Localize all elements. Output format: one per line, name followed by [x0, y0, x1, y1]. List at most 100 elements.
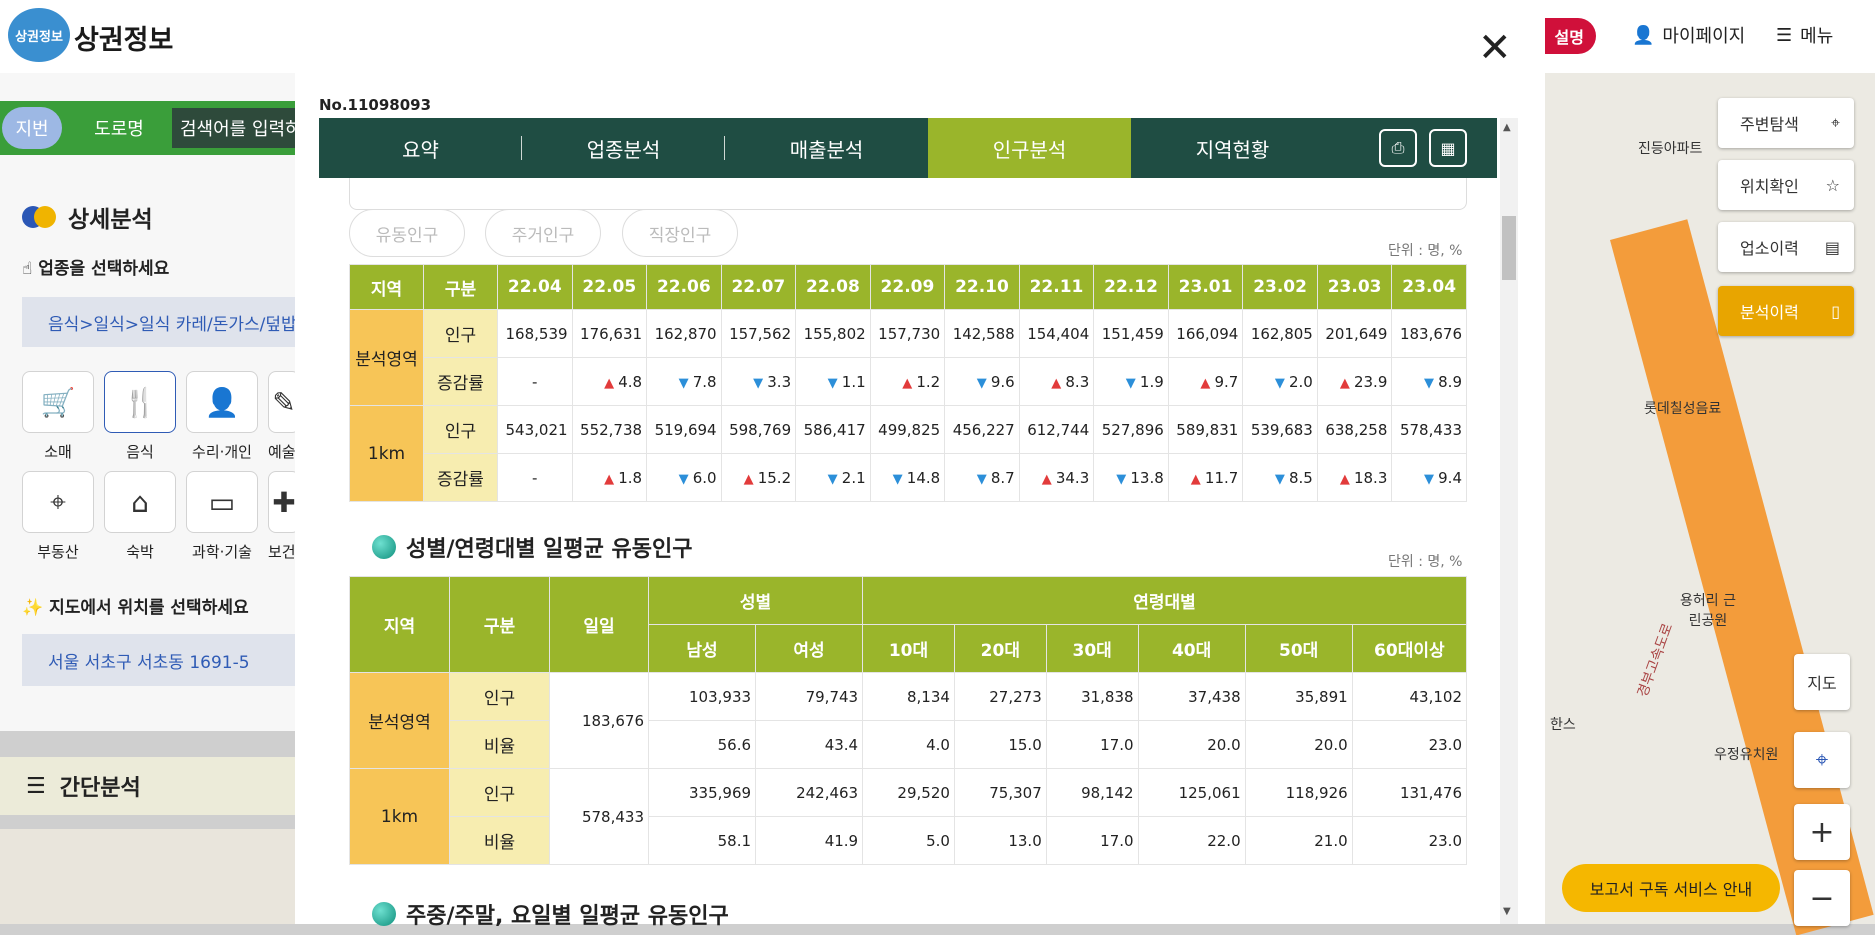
section-title-text: 주중/주말, 요일별 일평균 유동인구: [406, 904, 729, 929]
tab-summary[interactable]: 요약: [319, 118, 522, 178]
scroll-up-icon[interactable]: ▲: [1503, 122, 1511, 133]
subtab-residential[interactable]: 주거인구: [485, 209, 601, 257]
scroll-down-icon[interactable]: ▼: [1503, 906, 1511, 917]
tab-jibun[interactable]: 지번: [2, 107, 62, 149]
rate-value: 8.5: [1288, 468, 1313, 487]
print-icon[interactable]: ⎙: [1379, 129, 1417, 167]
search-input[interactable]: 검색어를 입력하: [172, 108, 300, 148]
value-cell: 41.9: [755, 816, 864, 865]
site-title[interactable]: 상권정보: [74, 18, 173, 57]
subtab-floating[interactable]: 유동인구: [349, 209, 465, 257]
row-label: 증감률: [423, 357, 498, 406]
bullet-icon: [372, 535, 396, 559]
value-cell: 37,438: [1137, 672, 1246, 721]
region-cell: 1km: [349, 405, 424, 502]
map-strip[interactable]: [0, 829, 300, 924]
menu-button[interactable]: ☰ 메뉴: [1776, 22, 1833, 48]
value-cell: 98,142: [1045, 768, 1139, 817]
tab-road-name[interactable]: 도로명: [76, 107, 162, 149]
select-map-text: 지도에서 위치를 선택하세요: [49, 598, 249, 618]
store-icon: ▤: [1824, 237, 1840, 257]
tab-tools: ⎙ ▦: [1334, 118, 1497, 178]
map-label: 진등아파트: [1638, 141, 1703, 157]
detail-analysis-title: 상세분석: [22, 200, 153, 234]
row-label: 비율: [449, 816, 550, 865]
row-label: 증감률: [423, 453, 498, 502]
nearby-search-label: 주변탐색: [1740, 115, 1799, 134]
rate-value: 2.1: [841, 468, 866, 487]
table-row: 증감률 - ▲ 4.8 ▼ 7.8 ▼ 3.3 ▼ 1.1 ▲ 1.2 ▼ 9.6 ▲ 8.3 ▼…: [350, 357, 1467, 406]
rate-cell: ▼ 9.6: [944, 357, 1020, 406]
zoom-out-button[interactable]: −: [1794, 870, 1850, 926]
column-header: 22.07: [720, 264, 797, 310]
rate-cell: -: [497, 453, 573, 502]
location-check-label: 위치확인: [1740, 177, 1799, 196]
analysis-history-button[interactable]: 분석이력 ▯: [1718, 286, 1854, 336]
address-field[interactable]: 서울 서초구 서초동 1691-5: [22, 634, 302, 686]
category-person[interactable]: 👤: [186, 371, 258, 433]
category-house[interactable]: ⌂: [104, 471, 176, 533]
value-cell: 22.0: [1137, 816, 1246, 865]
tab-sales[interactable]: 매출분석: [725, 118, 928, 178]
close-icon[interactable]: ✕: [1478, 28, 1512, 68]
tab-business[interactable]: 업종분석: [522, 118, 725, 178]
my-location-icon[interactable]: ⌖: [1794, 732, 1850, 788]
rate-cell: ▼ 2.1: [795, 453, 871, 502]
store-history-button[interactable]: 업소이력 ▤: [1718, 222, 1854, 272]
rate-value: 1.1: [841, 372, 866, 391]
tab-region[interactable]: 지역현황: [1131, 118, 1334, 178]
arrow-down-icon: ▼: [1125, 375, 1140, 391]
house-icon: ⌂: [131, 485, 149, 519]
map-button[interactable]: 지도: [1794, 654, 1850, 710]
rate-value: 1.8: [618, 468, 643, 487]
row-label: 인구: [423, 309, 498, 358]
zoom-in-button[interactable]: +: [1794, 804, 1850, 860]
location-check-button[interactable]: 위치확인 ☆: [1718, 160, 1854, 210]
population-cell: 586,417: [795, 405, 871, 454]
population-cell: 589,831: [1167, 405, 1244, 454]
table-row: 분석영역 인구 168,539 176,631 162,870 157,562 155,80…: [349, 309, 1467, 406]
category-cart[interactable]: 🛒: [22, 371, 94, 433]
column-header: 일일: [549, 576, 649, 673]
column-header: 성별: [647, 576, 864, 625]
business-path[interactable]: 음식>일식>일식 카레/돈가스/덮밥: [22, 297, 302, 347]
column-header: 23.04: [1391, 264, 1467, 310]
value-cell: 20.0: [1244, 720, 1353, 769]
subscribe-button[interactable]: 보고서 구독 서비스 안내: [1562, 864, 1780, 912]
value-cell: 335,969: [647, 768, 757, 817]
simple-analysis-button[interactable]: ☰ 간단분석: [0, 757, 300, 815]
column-header: 20대: [953, 624, 1047, 673]
category-utensils[interactable]: 🍴: [104, 371, 176, 433]
logo[interactable]: 상권정보: [8, 8, 70, 62]
modal-tab-bar: 요약 업종분석 매출분석 인구분석 지역현황 ⎙ ▦: [319, 118, 1497, 178]
arrow-up-icon: ▲: [902, 375, 917, 391]
document-icon: ☰: [26, 773, 46, 799]
column-header: 지역: [349, 576, 450, 673]
rate-value: -: [532, 372, 538, 391]
hamburger-icon: ☰: [1776, 24, 1793, 46]
dots-icon: [22, 206, 58, 228]
category-location-pin[interactable]: ⌖: [22, 471, 94, 533]
save-icon[interactable]: ▦: [1429, 129, 1467, 167]
value-cell: 23.0: [1351, 816, 1468, 865]
column-header: 22.08: [795, 264, 871, 310]
subtab-workplace[interactable]: 직장인구: [622, 209, 738, 257]
row-label: 비율: [449, 720, 550, 769]
tab-population[interactable]: 인구분석: [928, 118, 1131, 178]
column-header: 40대: [1137, 624, 1246, 673]
value-cell: 35,891: [1244, 672, 1353, 721]
arrow-down-icon: ▼: [1424, 375, 1439, 391]
nearby-search-button[interactable]: 주변탐색 ⌖: [1718, 98, 1854, 148]
unit-label: 단위 : 명, %: [1388, 554, 1463, 570]
population-cell: 612,744: [1018, 405, 1095, 454]
rate-value: 3.3: [767, 372, 792, 391]
value-cell: 8,134: [862, 672, 955, 721]
map-label: 롯데칠성음료: [1644, 401, 1722, 417]
bullet-icon: [372, 902, 396, 926]
column-header: 구분: [449, 576, 550, 673]
scrollbar-thumb[interactable]: [1502, 216, 1516, 280]
mypage-button[interactable]: 👤 마이페이지: [1632, 22, 1745, 48]
arrow-down-icon: ▼: [892, 471, 907, 487]
category-devices[interactable]: ▭: [186, 471, 258, 533]
rate-cell: ▼ 9.4: [1391, 453, 1467, 502]
